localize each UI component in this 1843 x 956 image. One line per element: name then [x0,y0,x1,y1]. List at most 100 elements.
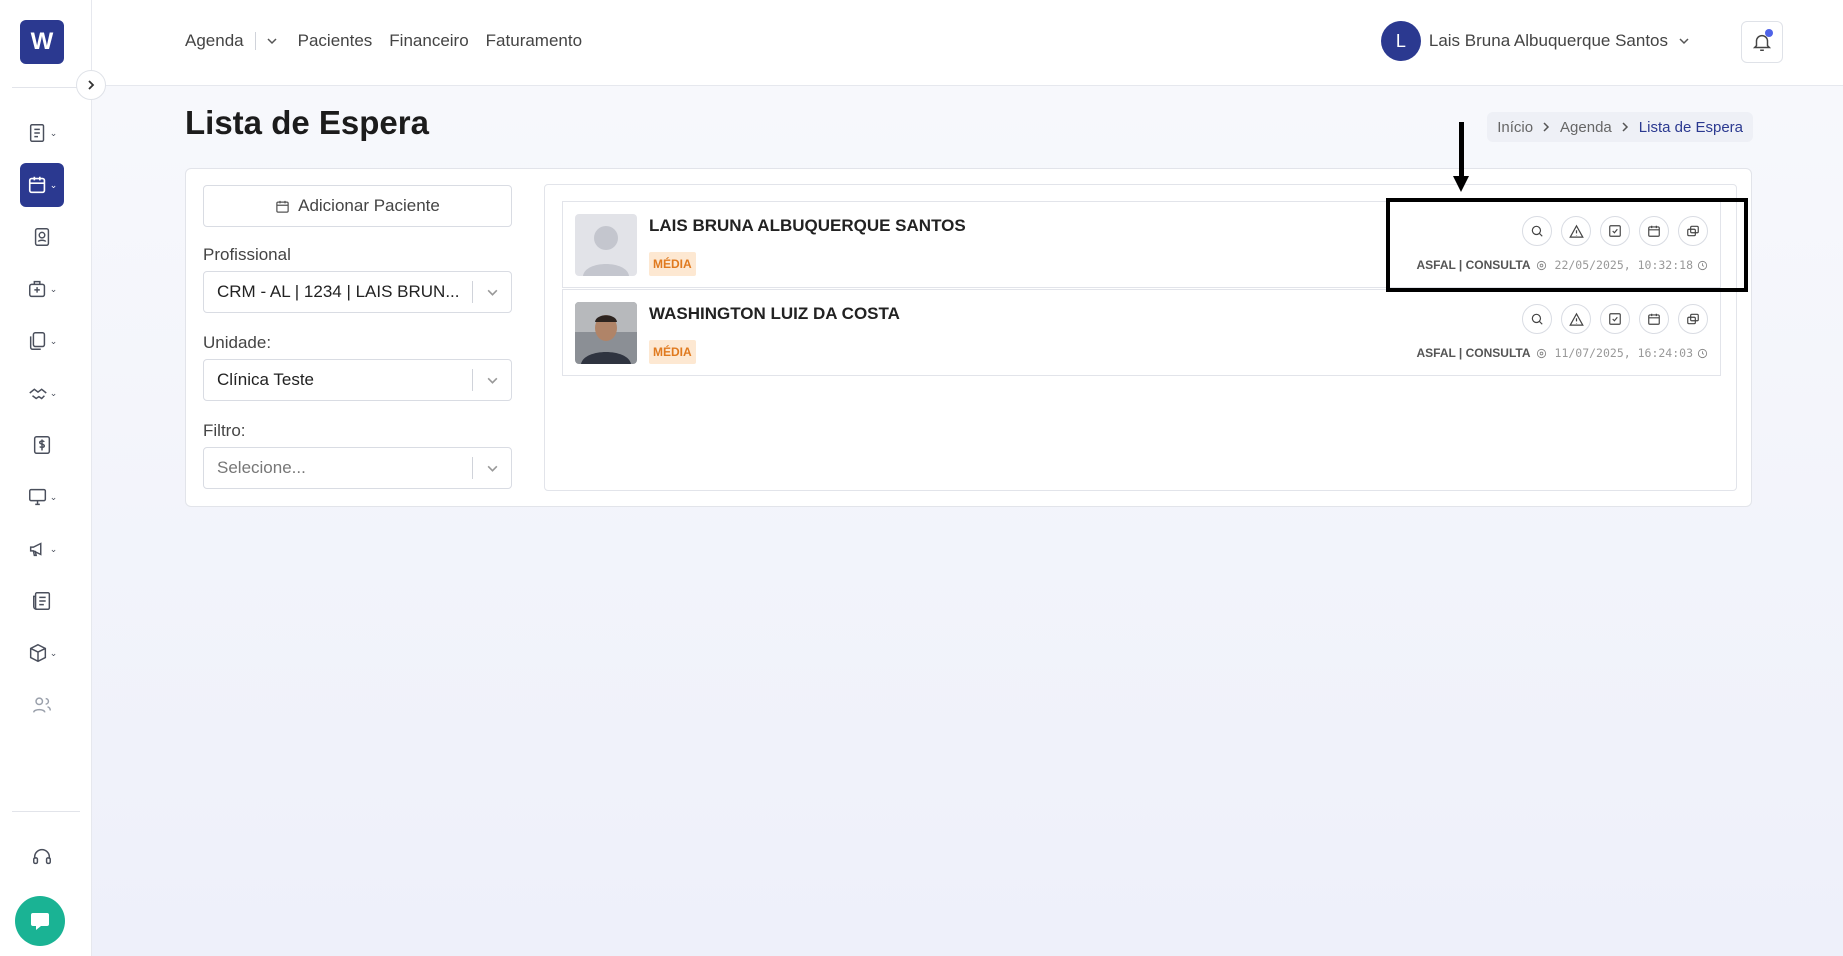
unidade-label: Unidade: [203,333,272,352]
monitor-icon [28,488,46,506]
copy-icon [1687,313,1699,325]
app-logo[interactable]: W [20,20,64,64]
user-placeholder-icon [575,214,637,276]
notifications-button[interactable] [1741,21,1783,63]
sidebar-item-agenda[interactable]: ⌄ [20,163,64,207]
contact-card-icon [34,228,50,246]
select-dropdown[interactable] [473,462,511,475]
avatar: L [1380,21,1421,61]
user-menu[interactable]: L Lais Bruna Albuquerque Santos [1380,21,1690,61]
sidebar-item-partners[interactable]: ⌄ [20,371,64,415]
notification-dot [1765,29,1773,37]
annotation-arrow-head [1453,176,1469,192]
profissional-select[interactable]: CRM - AL | 1234 | LAIS BRUN... [203,271,512,313]
priority-badge: MÉDIA [649,340,696,364]
annotation-highlight-box [1386,198,1748,292]
nav-faturamento[interactable]: Faturamento [486,31,582,51]
filtro-placeholder: Selecione... [217,458,306,477]
appointment-type: ASFAL | CONSULTA [1416,346,1531,360]
sidebar-item-monitor[interactable]: ⌄ [20,475,64,519]
chat-bubble-icon [31,913,49,930]
users-icon [33,697,51,713]
sidebar-item-contacts[interactable] [20,215,64,259]
sidebar-item-news[interactable] [20,579,64,623]
headset-icon [33,849,51,865]
sidebar-item-finance[interactable] [20,423,64,467]
patient-name: WASHINGTON LUIZ DA COSTA [649,304,900,323]
nav-divider [254,32,256,50]
megaphone-icon [29,542,42,557]
patient-actions [1513,304,1708,334]
sidebar-item-marketing[interactable]: ⌄ [20,527,64,571]
nav-financeiro[interactable]: Financeiro [389,31,468,51]
warning-icon [1568,312,1584,326]
patient-photo [575,302,637,364]
page-title: Lista de Espera [185,104,429,141]
sidebar-divider [12,811,80,812]
sidebar-divider [12,87,80,88]
checkbox-icon [1609,313,1621,325]
chevron-down-icon [1679,38,1689,45]
nav-agenda-dropdown[interactable] [266,35,278,47]
chevron-down-icon [487,465,497,472]
priority-badge: MÉDIA [649,252,696,276]
documents-icon [29,332,45,350]
patient-avatar [575,214,637,276]
profissional-value: CRM - AL | 1234 | LAIS BRUN... [217,282,460,301]
list-doc-icon [29,124,44,142]
sidebar: W ⌄ ⌄ ⌄ ⌄ ⌄ ⌄ ⌄ ⌄ [0,0,92,956]
calendar-icon [276,200,289,213]
medical-kit-icon [28,280,45,298]
sidebar-item-reports[interactable]: ⌄ [20,111,64,155]
patient-photo-image [575,302,637,364]
chevron-down-icon [267,38,277,45]
breadcrumb-current: Lista de Espera [1638,118,1743,136]
top-navigation: Agenda Pacientes Financeiro Faturamento [185,31,599,51]
dollar-icon [33,436,51,454]
nav-pacientes[interactable]: Pacientes [298,31,373,51]
patient-meta: ASFAL | CONSULTA 11/07/2025, 16:24:03 [1416,346,1708,360]
sidebar-item-users[interactable] [20,683,64,727]
checklist-button[interactable] [1600,304,1630,334]
sidebar-item-support[interactable] [20,835,64,879]
breadcrumb-separator [1621,122,1630,132]
unidade-select[interactable]: Clínica Teste [203,359,512,401]
chevron-right-icon [1622,122,1628,132]
sidebar-expand-button[interactable] [76,70,106,100]
breadcrumb-separator [1542,122,1551,132]
view-button[interactable] [1522,304,1552,334]
add-patient-button[interactable]: Adicionar Paciente [203,185,512,227]
select-dropdown[interactable] [473,374,511,387]
sidebar-item-inventory[interactable]: ⌄ [20,631,64,675]
search-icon [1531,313,1543,325]
add-patient-label: Adicionar Paciente [298,196,440,215]
filtro-select[interactable]: Selecione... [203,447,512,489]
sidebar-item-documents[interactable]: ⌄ [20,319,64,363]
filtro-label: Filtro: [203,421,246,440]
location-icon [1536,348,1546,358]
schedule-button[interactable] [1639,304,1669,334]
breadcrumb-parent[interactable]: Agenda [1560,119,1612,136]
chevron-down-icon [487,377,497,384]
chevron-right-icon [88,80,95,90]
unidade-value: Clínica Teste [217,370,315,389]
profissional-label: Profissional [203,245,291,264]
topbar: Agenda Pacientes Financeiro Faturamento … [92,0,1843,86]
nav-agenda[interactable]: Agenda [185,31,244,51]
handshake-icon [29,388,47,400]
chevron-down-icon [487,289,497,296]
calendar-icon [1648,313,1660,325]
chat-button[interactable] [15,896,65,946]
alert-button[interactable] [1561,304,1591,334]
newspaper-icon [33,592,51,610]
calendar-icon [28,176,45,194]
list-item[interactable]: WASHINGTON LUIZ DA COSTA MÉDIA ASFAL | C… [562,289,1721,376]
package-icon [29,643,46,663]
annotation-arrow [1459,122,1464,178]
patient-name: LAIS BRUNA ALBUQUERQUE SANTOS [649,216,966,235]
breadcrumb-home[interactable]: Início [1497,119,1533,136]
sidebar-item-medical[interactable]: ⌄ [20,267,64,311]
user-name: Lais Bruna Albuquerque Santos [1428,31,1668,50]
copy-button[interactable] [1678,304,1708,334]
select-dropdown[interactable] [473,286,511,299]
